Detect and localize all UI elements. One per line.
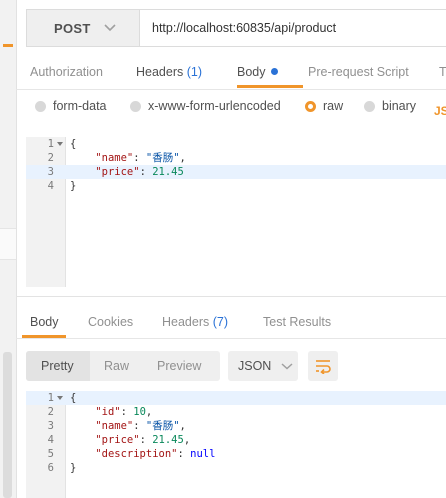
code-line: 2 "name": "香肠",: [26, 151, 446, 165]
code-text: "name": "香肠",: [95, 420, 186, 432]
view-mode-group: Pretty Raw Preview: [26, 351, 220, 381]
tab-response-headers-count: (7): [212, 315, 229, 329]
fold-arrow-icon[interactable]: [56, 391, 64, 405]
radio-selected-icon: [305, 100, 316, 112]
code-text: "id": 10,: [95, 406, 153, 418]
radio-form-data[interactable]: form-data: [35, 99, 107, 113]
method-label: POST: [54, 20, 91, 36]
wrap-lines-button[interactable]: [308, 351, 338, 381]
radio-binary[interactable]: binary: [364, 99, 416, 113]
line-number: 3: [47, 166, 54, 178]
url-input[interactable]: http://localhost:60835/api/product: [140, 9, 446, 47]
line-number: 4: [47, 180, 54, 192]
code-text: {: [70, 138, 77, 150]
code-line: 6 }: [26, 461, 446, 475]
tab-headers-count: (1): [186, 65, 203, 79]
response-format-dropdown[interactable]: JSON: [228, 351, 298, 381]
radio-label: form-data: [53, 99, 107, 113]
request-body-editor[interactable]: 1 { 2 "name": "香肠", 3 "price": 21.45 4 }: [26, 137, 446, 287]
code-line: 4 "price": 21.45,: [26, 433, 446, 447]
tab-tests[interactable]: T: [439, 65, 446, 79]
radio-x-www-form-urlencoded[interactable]: x-www-form-urlencoded: [130, 99, 281, 113]
active-tab-underline: [22, 335, 66, 338]
radio-circle-icon: [35, 100, 46, 112]
code-text: "description": null: [95, 448, 216, 460]
code-text: }: [70, 462, 77, 474]
response-tabs: Body Cookies Headers (7) Test Results: [16, 306, 446, 339]
tab-body[interactable]: Body: [237, 65, 278, 79]
response-format-label: JSON: [238, 359, 272, 373]
code-text: "price": 21.45: [95, 166, 184, 178]
line-number: 5: [47, 448, 54, 460]
radio-label: binary: [382, 99, 417, 113]
sidebar-scrollbar[interactable]: [3, 352, 12, 498]
active-tab-underline: [237, 85, 303, 88]
fold-arrow-icon[interactable]: [56, 137, 64, 151]
request-tabs: Authorization Headers (1) Body Pre-reque…: [16, 59, 446, 90]
code-text: "name": "香肠",: [95, 152, 186, 164]
radio-circle-icon: [130, 100, 141, 112]
code-text: {: [70, 392, 77, 404]
code-line: 3 "name": "香肠",: [26, 419, 446, 433]
code-text: }: [70, 180, 77, 192]
radio-raw[interactable]: raw: [305, 99, 343, 113]
code-line: 2 "id": 10,: [26, 405, 446, 419]
radio-circle-icon: [364, 100, 375, 112]
chevron-down-icon: [104, 24, 116, 32]
tab-headers-label: Headers: [136, 65, 184, 79]
line-number: 6: [47, 462, 54, 474]
tab-response-headers-label: Headers: [162, 315, 210, 329]
body-format-dropdown[interactable]: JS: [434, 104, 446, 118]
view-mode-preview[interactable]: Preview: [157, 359, 201, 373]
chevron-down-icon: [281, 363, 293, 370]
url-value: http://localhost:60835/api/product: [152, 21, 337, 35]
modified-dot-icon: [270, 68, 278, 75]
tab-pre-request-script[interactable]: Pre-request Script: [308, 65, 409, 79]
line-number: 2: [47, 406, 54, 418]
method-dropdown[interactable]: POST: [26, 9, 140, 47]
line-number: 1: [47, 138, 54, 150]
code-line: 4 }: [26, 179, 446, 193]
line-number: 2: [47, 152, 54, 164]
code-text: "price": 21.45,: [95, 434, 191, 446]
view-mode-pretty[interactable]: Pretty: [41, 359, 74, 373]
pane-divider[interactable]: [16, 296, 446, 297]
tab-body-label: Body: [237, 65, 266, 79]
sidebar-item[interactable]: [0, 228, 16, 260]
line-number: 1: [47, 392, 54, 404]
tab-response-body[interactable]: Body: [30, 315, 59, 329]
code-line-active: 3 "price": 21.45: [26, 165, 446, 179]
tab-authorization[interactable]: Authorization: [30, 65, 103, 79]
tab-cookies[interactable]: Cookies: [88, 315, 133, 329]
radio-label: raw: [323, 99, 344, 113]
line-number: 4: [47, 434, 54, 446]
response-body-viewer[interactable]: 1 { 2 "id": 10, 3 "name": "香肠", 4 "price…: [26, 391, 446, 498]
code-line: 1 {: [26, 137, 446, 151]
radio-label: x-www-form-urlencoded: [148, 99, 281, 113]
view-mode-raw[interactable]: Raw: [104, 359, 129, 373]
sidebar-accent-mark: [3, 44, 13, 47]
code-line: 5 "description": null: [26, 447, 446, 461]
tab-headers[interactable]: Headers (1): [136, 65, 202, 79]
tab-test-results[interactable]: Test Results: [263, 315, 331, 329]
line-number: 3: [47, 420, 54, 432]
tab-response-headers[interactable]: Headers (7): [162, 315, 228, 329]
wrap-lines-icon: [316, 360, 331, 374]
code-line-active: 1 {: [26, 391, 446, 405]
